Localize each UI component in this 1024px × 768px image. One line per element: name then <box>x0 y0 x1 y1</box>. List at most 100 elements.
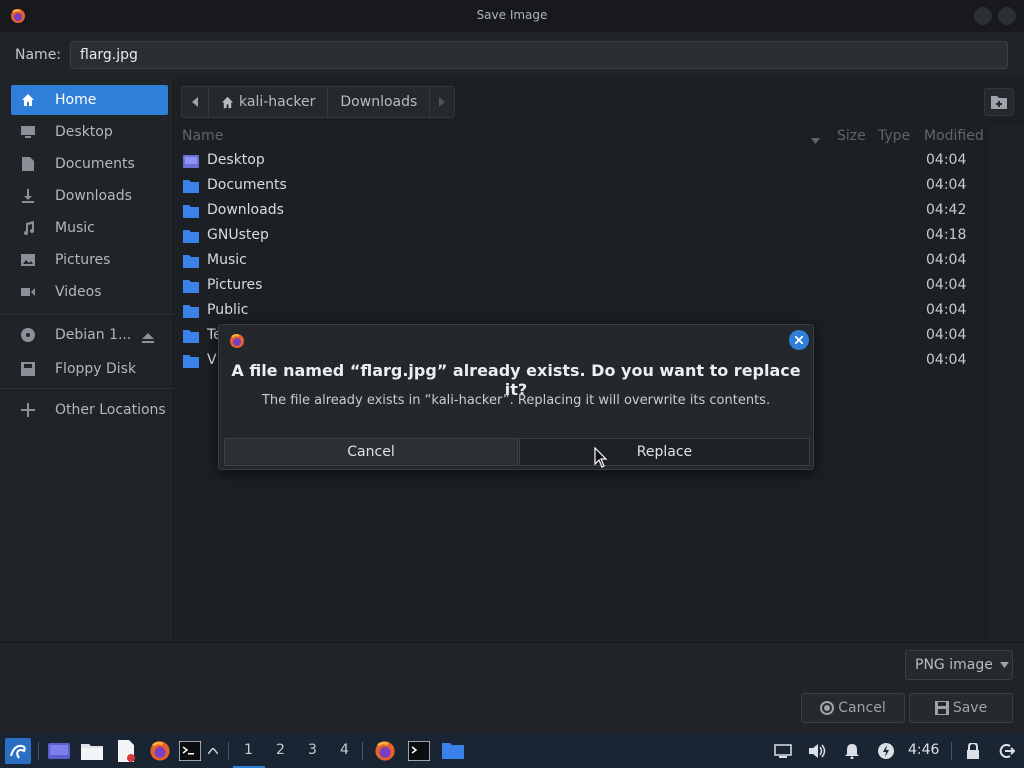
file-modified: 04:04 <box>926 252 967 268</box>
kali-dragon-icon <box>10 744 26 759</box>
close-icon <box>795 336 803 344</box>
path-segment-home[interactable]: kali-hacker <box>209 87 329 117</box>
replace-button[interactable]: Replace <box>519 438 810 466</box>
file-row[interactable]: Desktop 04:04 <box>175 149 1024 174</box>
path-back-button[interactable] <box>182 87 209 117</box>
notification-bell-icon[interactable] <box>840 739 864 763</box>
sidebar-item-home[interactable]: Home <box>11 85 168 115</box>
path-segment-label: Downloads <box>340 94 418 110</box>
sidebar-item-label: Debian 1... <box>55 327 132 343</box>
logout-icon[interactable] <box>995 739 1019 763</box>
folder-icon <box>183 255 199 268</box>
save-button[interactable]: Save <box>909 693 1013 723</box>
sidebar-item-pictures[interactable]: Pictures <box>11 245 168 275</box>
workspace-2[interactable]: 2 <box>276 742 285 758</box>
sidebar-item-label: Downloads <box>55 188 132 204</box>
firefox-launcher[interactable] <box>148 739 172 763</box>
dialog-footer: PNG image Cancel Save <box>0 642 1024 734</box>
file-row[interactable]: Pictures 04:04 <box>175 274 1024 299</box>
folder-icon <box>183 355 199 368</box>
file-type-value: PNG image <box>915 657 993 673</box>
show-desktop-button[interactable] <box>47 739 71 763</box>
file-row[interactable]: Public 04:04 <box>175 299 1024 324</box>
lock-screen-icon[interactable] <box>961 739 985 763</box>
window-title: Save Image <box>476 8 548 22</box>
eject-icon[interactable] <box>142 328 154 347</box>
file-row[interactable]: Downloads 04:42 <box>175 199 1024 224</box>
kali-menu-button[interactable] <box>5 738 31 764</box>
close-window-button[interactable] <box>998 7 1016 25</box>
mouse-cursor-icon <box>594 447 608 468</box>
video-icon <box>19 283 37 301</box>
power-manager-icon[interactable] <box>874 739 898 763</box>
column-modified[interactable]: Modified <box>924 128 984 144</box>
name-row: Name: <box>0 32 1024 78</box>
launcher-expand-button[interactable] <box>204 739 222 763</box>
picture-icon <box>19 251 37 269</box>
desktop-icon <box>19 123 37 141</box>
dialog-cancel-button[interactable]: Cancel <box>224 438 518 466</box>
workspace-4[interactable]: 4 <box>340 742 349 758</box>
column-name[interactable]: Name <box>182 128 223 144</box>
folder-icon <box>183 305 199 318</box>
network-icon[interactable] <box>771 739 795 763</box>
volume-icon[interactable] <box>806 739 830 763</box>
task-file-manager[interactable] <box>441 739 465 763</box>
firefox-icon <box>375 741 395 761</box>
download-icon <box>19 187 37 205</box>
folder-icon <box>442 743 464 759</box>
file-manager-launcher[interactable] <box>80 739 104 763</box>
file-row[interactable]: Documents 04:04 <box>175 174 1024 199</box>
workspace-3[interactable]: 3 <box>308 742 317 758</box>
text-editor-launcher[interactable] <box>114 739 138 763</box>
path-segment-label: kali-hacker <box>239 94 316 110</box>
sidebar-item-floppy[interactable]: Floppy Disk <box>11 354 168 384</box>
folder-desktop-icon <box>183 155 199 168</box>
filename-input[interactable] <box>70 41 1008 69</box>
file-modified: 04:04 <box>926 327 967 343</box>
column-type[interactable]: Type <box>878 128 910 144</box>
task-firefox[interactable] <box>373 739 397 763</box>
file-modified: 04:04 <box>926 302 967 318</box>
disc-icon <box>19 326 37 344</box>
file-row[interactable]: Music 04:04 <box>175 249 1024 274</box>
sidebar-item-music[interactable]: Music <box>11 213 168 243</box>
taskbar-separator <box>951 742 952 760</box>
sidebar-item-downloads[interactable]: Downloads <box>11 181 168 211</box>
sidebar-item-documents[interactable]: Documents <box>11 149 168 179</box>
terminal-icon <box>179 741 201 761</box>
workspace-1[interactable]: 1 <box>244 742 253 758</box>
cancel-label: Cancel <box>838 700 886 716</box>
sidebar-item-label: Desktop <box>55 124 113 140</box>
terminal-launcher[interactable] <box>178 739 202 763</box>
cancel-button[interactable]: Cancel <box>801 693 905 723</box>
task-terminal[interactable] <box>407 739 431 763</box>
sidebar-item-debian[interactable]: Debian 1... <box>11 320 168 350</box>
folder-icon <box>183 330 199 343</box>
sidebar-item-other-locations[interactable]: Other Locations <box>11 395 168 425</box>
minimize-button[interactable] <box>974 7 992 25</box>
path-segment-downloads[interactable]: Downloads <box>328 87 431 117</box>
column-size[interactable]: Size <box>837 128 866 144</box>
sidebar-item-label: Music <box>55 220 95 236</box>
sidebar-item-desktop[interactable]: Desktop <box>11 117 168 147</box>
sidebar-separator <box>0 314 174 315</box>
plus-icon <box>19 401 37 419</box>
taskbar-separator <box>228 742 229 760</box>
file-name: Music <box>207 252 247 268</box>
folder-icon <box>183 230 199 243</box>
file-row[interactable]: GNUstep 04:18 <box>175 224 1024 249</box>
clock[interactable]: 4:46 <box>908 742 939 758</box>
sidebar-item-label: Videos <box>55 284 102 300</box>
path-forward-button[interactable] <box>430 87 454 117</box>
file-name: Documents <box>207 177 287 193</box>
dialog-message: The file already exists in “kali-hacker”… <box>261 393 771 408</box>
file-modified: 04:04 <box>926 277 967 293</box>
new-folder-button[interactable] <box>984 88 1014 116</box>
file-type-select[interactable]: PNG image <box>905 650 1013 680</box>
close-dialog-button[interactable] <box>789 330 809 350</box>
sidebar-item-videos[interactable]: Videos <box>11 277 168 307</box>
new-folder-icon <box>991 96 1007 109</box>
music-icon <box>19 219 37 237</box>
sort-arrow-icon <box>811 132 820 148</box>
